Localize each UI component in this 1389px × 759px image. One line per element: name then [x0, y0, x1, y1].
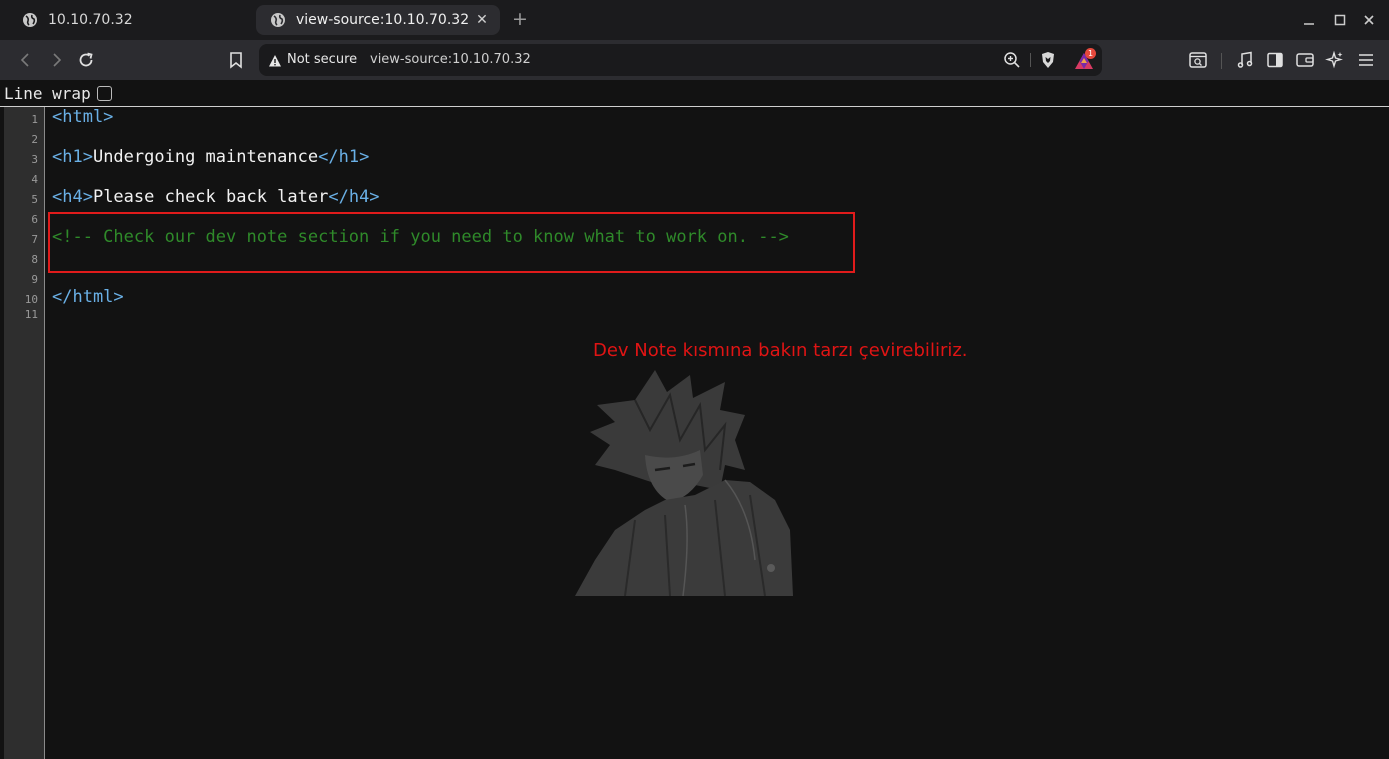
line-number: 8 [31, 253, 38, 266]
new-tab-button[interactable]: + [510, 9, 530, 29]
line-number: 11 [24, 308, 38, 321]
divider [1030, 53, 1031, 67]
divider [1221, 53, 1222, 69]
tab-title: 10.10.70.32 [48, 12, 133, 28]
close-tab-icon[interactable]: ✕ [474, 12, 490, 28]
minimize-icon[interactable] [1300, 11, 1318, 29]
comment-highlight-box [48, 212, 855, 273]
wallet-icon[interactable] [1294, 49, 1316, 71]
h1-text: Undergoing maintenance [92, 147, 319, 167]
line-number: 2 [31, 133, 38, 146]
sidebar-icon[interactable] [1264, 49, 1286, 71]
tab-title: view-source:10.10.70.32 [296, 12, 470, 28]
source-line-10: </html> [52, 287, 124, 307]
annotation-text: Dev Note kısmına bakın tarzı çevirebilir… [593, 340, 968, 361]
tab-10-10-70-32[interactable]: 10.10.70.32 [8, 5, 248, 35]
search-tab-icon[interactable] [1187, 49, 1209, 71]
html-open-tag: <html> [52, 107, 114, 127]
line-wrap-control[interactable]: Line wrap [4, 84, 112, 103]
menu-icon[interactable] [1355, 49, 1377, 71]
h1-open-tag: <h1> [52, 147, 93, 167]
h4-text: Please check back later [92, 187, 329, 207]
html-close-tag: </html> [52, 287, 124, 307]
source-line-1: <html> [52, 107, 113, 127]
line-number: 10 [24, 293, 38, 306]
h1-close-tag: </h1> [318, 147, 370, 167]
line-number: 4 [31, 173, 38, 186]
source-line-5: <h4>Please check back later</h4> [52, 187, 380, 207]
forward-icon[interactable] [45, 49, 67, 71]
view-source-page: Line wrap 1 2 3 4 5 6 7 8 9 10 11 <html>… [0, 80, 1389, 759]
navigation-toolbar: Not secure view-source:10.10.70.32 1 [0, 40, 1389, 80]
back-icon[interactable] [15, 49, 37, 71]
tab-view-source[interactable]: view-source:10.10.70.32 ✕ [256, 5, 500, 35]
line-number: 6 [31, 213, 38, 226]
anime-character-image [575, 370, 793, 597]
line-wrap-label: Line wrap [4, 84, 91, 103]
address-bar[interactable]: Not secure view-source:10.10.70.32 1 [259, 44, 1102, 76]
h4-open-tag: <h4> [52, 187, 93, 207]
tab-strip: 10.10.70.32 view-source:10.10.70.32 ✕ + [0, 0, 1389, 40]
maximize-icon[interactable] [1331, 11, 1349, 29]
bookmark-icon[interactable] [225, 49, 247, 71]
url-text[interactable]: view-source:10.10.70.32 [370, 52, 531, 67]
music-icon[interactable] [1234, 49, 1256, 71]
reload-icon[interactable] [75, 49, 97, 71]
line-number: 3 [31, 153, 38, 166]
globe-icon [22, 12, 38, 28]
line-number: 7 [31, 233, 38, 246]
line-number: 1 [31, 113, 38, 126]
line-number: 5 [31, 193, 38, 206]
close-window-icon[interactable] [1360, 11, 1378, 29]
security-status[interactable]: Not secure [287, 52, 357, 67]
h4-close-tag: </h4> [328, 187, 380, 207]
source-line-3: <h1>Undergoing maintenance</h1> [52, 147, 369, 167]
line-wrap-checkbox[interactable] [96, 86, 112, 101]
divider [0, 106, 1389, 107]
globe-icon [270, 12, 286, 28]
rewards-badge: 1 [1085, 48, 1096, 59]
brave-shields-icon[interactable] [1039, 51, 1057, 69]
line-number-gutter: 1 2 3 4 5 6 7 8 9 10 11 [4, 107, 45, 759]
warning-icon[interactable] [268, 53, 282, 67]
leo-ai-icon[interactable] [1324, 49, 1346, 71]
line-number: 9 [31, 273, 38, 286]
zoom-icon[interactable] [1003, 51, 1021, 69]
